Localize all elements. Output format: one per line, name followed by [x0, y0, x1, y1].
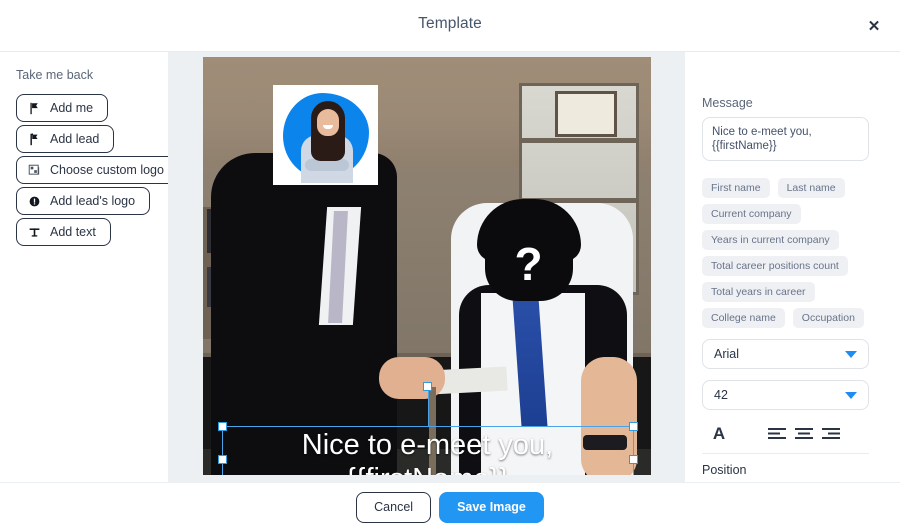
add-leads-logo-button[interactable]: Add lead's logo — [16, 187, 151, 215]
font-size-value: 42 — [714, 388, 728, 402]
avatar-overlay[interactable] — [272, 85, 378, 185]
choose-custom-logo-label: Choose custom logo — [50, 163, 164, 177]
tag-last-name[interactable]: Last name — [777, 178, 845, 198]
resize-handle-top-right[interactable] — [628, 422, 638, 431]
chevron-down-icon — [845, 351, 857, 358]
add-me-label: Add me — [50, 101, 94, 115]
image-grid-icon — [28, 164, 41, 177]
take-me-back-link[interactable]: Take me back — [16, 68, 93, 82]
person-flag-icon — [28, 102, 41, 115]
position-label: Position — [702, 463, 747, 477]
tag-current-company[interactable]: Current company — [702, 204, 801, 224]
align-right-icon[interactable] — [822, 427, 840, 441]
modal-footer: Cancel Save Image — [0, 482, 900, 531]
resize-handle-top-left[interactable] — [217, 422, 227, 431]
properties-panel: Message First name Last name Current com… — [685, 52, 900, 482]
tag-first-name[interactable]: First name — [702, 178, 770, 198]
cancel-button[interactable]: Cancel — [356, 491, 432, 523]
text-color-icon[interactable]: A — [702, 424, 736, 444]
person-flag-filled-icon — [28, 132, 41, 146]
merge-tag-list: First name Last name Current company Yea… — [702, 178, 880, 328]
align-group — [768, 427, 840, 441]
save-image-button[interactable]: Save Image — [439, 491, 544, 523]
left-toolbar: Take me back Add me Add lead Choose cust… — [0, 52, 179, 482]
add-text-label: Add text — [50, 225, 96, 239]
tag-college-name[interactable]: College name — [702, 308, 785, 328]
photo-background: ? — [202, 57, 651, 475]
choose-custom-logo-button[interactable]: Choose custom logo — [16, 156, 179, 184]
avatar-face-shape — [316, 109, 339, 136]
template-image[interactable]: ? Nice to e-meet you, {{ — [202, 57, 651, 475]
rotate-line — [427, 387, 429, 427]
modal-header: Template ✕ — [0, 0, 900, 52]
company-circle-icon — [28, 195, 41, 208]
resize-handle-middle-left[interactable] — [217, 455, 227, 464]
align-left-icon[interactable] — [768, 427, 786, 441]
close-icon[interactable]: ✕ — [862, 14, 886, 38]
add-lead-label: Add lead — [50, 132, 100, 146]
text-selection-box[interactable] — [217, 382, 638, 475]
add-me-button[interactable]: Add me — [16, 94, 109, 122]
face-question-mark: ? — [514, 238, 543, 290]
tag-years-in-current-company[interactable]: Years in current company — [702, 230, 839, 250]
format-row: A — [702, 422, 869, 454]
message-input[interactable] — [702, 117, 869, 161]
add-leads-logo-label: Add lead's logo — [50, 194, 136, 208]
template-editor-modal: Template ✕ Take me back Add me Add lead … — [0, 0, 900, 531]
font-family-value: Arial — [714, 347, 740, 361]
add-text-button[interactable]: Add text — [16, 218, 111, 246]
tool-list: Add me Add lead Choose custom logo Add l… — [16, 94, 179, 246]
font-family-select[interactable]: Arial — [702, 339, 869, 369]
tag-total-career-positions-count[interactable]: Total career positions count — [702, 256, 848, 276]
rotate-handle[interactable] — [422, 382, 432, 391]
chevron-down-icon — [845, 392, 857, 399]
avatar-smile-shape — [322, 125, 333, 129]
canvas-area[interactable]: ? Nice to e-meet you, {{ — [168, 52, 685, 482]
modal-body: Take me back Add me Add lead Choose cust… — [0, 52, 900, 482]
align-center-icon[interactable] — [795, 427, 813, 441]
page-title: Template — [418, 15, 482, 32]
text-t-icon — [28, 226, 41, 239]
tag-occupation[interactable]: Occupation — [792, 308, 864, 328]
font-size-select[interactable]: 42 — [702, 380, 869, 410]
resize-handle-middle-right[interactable] — [628, 455, 638, 464]
message-label: Message — [702, 96, 753, 110]
tag-total-years-in-career[interactable]: Total years in career — [702, 282, 815, 302]
add-lead-button[interactable]: Add lead — [16, 125, 115, 153]
